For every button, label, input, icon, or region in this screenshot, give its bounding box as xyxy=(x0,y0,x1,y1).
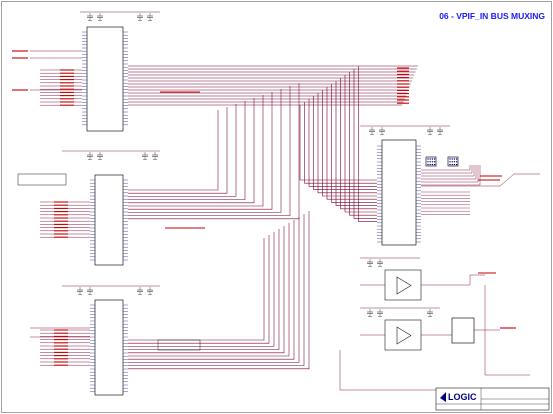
sheet-border xyxy=(1,1,552,413)
bus-riser xyxy=(128,89,282,213)
connector-pin xyxy=(451,161,453,163)
bus-riser xyxy=(128,235,270,344)
vpif-input-ic[interactable] xyxy=(381,139,417,246)
decoupling-capacitor xyxy=(87,13,93,21)
output-wire xyxy=(421,165,479,183)
decoupling-capacitor xyxy=(97,152,103,160)
bus-drop xyxy=(326,87,377,200)
decoupling-capacitor xyxy=(377,259,383,267)
bus-riser xyxy=(128,101,246,200)
oscillator-ic[interactable] xyxy=(451,317,475,344)
connector-pin xyxy=(433,161,436,163)
mux-ic-top[interactable] xyxy=(86,26,124,132)
bus-riser xyxy=(128,95,264,207)
connector-pin xyxy=(429,163,431,166)
connector-pin xyxy=(455,163,458,166)
connector-pin xyxy=(451,163,453,166)
bus-drop xyxy=(349,72,377,216)
connector-pin xyxy=(433,158,436,160)
decoupling-capacitor xyxy=(437,127,443,135)
connector-pin xyxy=(431,158,434,160)
connector-pin xyxy=(429,158,431,160)
decoupling-capacitor xyxy=(147,287,153,295)
decoupling-capacitor xyxy=(137,287,143,295)
decoupling-capacitor xyxy=(369,127,375,135)
connector-pin xyxy=(449,158,451,160)
decoupling-capacitor xyxy=(367,309,373,317)
decoupling-capacitor xyxy=(427,309,433,317)
decoupling-capacitor xyxy=(152,152,158,160)
connector-pin xyxy=(451,158,453,160)
connector-pin xyxy=(427,158,429,160)
connector-pin xyxy=(449,163,451,166)
logic-logo-icon xyxy=(440,392,446,402)
connector-pin xyxy=(431,163,434,166)
decoupling-capacitor xyxy=(137,13,143,21)
bus-riser xyxy=(128,211,310,370)
connector-pin xyxy=(453,158,456,160)
vpif-bus-lines xyxy=(128,65,418,370)
mux-ic-middle[interactable] xyxy=(94,174,124,266)
decoupling-capacitor xyxy=(147,13,153,21)
note-box-left xyxy=(17,173,67,186)
decoupling-capacitor xyxy=(87,287,93,295)
output-wire xyxy=(421,165,475,177)
connector-pin xyxy=(433,163,436,166)
bus-riser xyxy=(128,223,290,357)
bus-riser xyxy=(128,226,285,354)
decoupling-capacitor xyxy=(87,152,93,160)
decoupling-capacitor xyxy=(379,127,385,135)
decoupling-capacitor xyxy=(97,13,103,21)
connector-pin xyxy=(453,161,456,163)
decoupling-capacitor xyxy=(142,152,148,160)
connector-pin xyxy=(429,161,431,163)
bus-drop xyxy=(358,66,377,222)
output-wire xyxy=(421,165,477,180)
schematic-sheet: 06 - VPIF_IN BUS MUXING LOGIC xyxy=(1,1,552,413)
connector-pin xyxy=(455,161,458,163)
bus-riser xyxy=(128,214,305,366)
mux-ic-bottom[interactable] xyxy=(94,299,124,396)
connector-pin xyxy=(431,161,434,163)
decoupling-capacitor xyxy=(77,287,83,295)
decoupling-capacitor xyxy=(367,259,373,267)
bus-riser xyxy=(128,92,273,210)
bus-riser xyxy=(128,107,228,194)
company-logo-text: LOGIC xyxy=(448,392,477,402)
buffer-block-lower[interactable] xyxy=(384,319,422,351)
title-block: LOGIC xyxy=(435,387,550,411)
sheet-title: 06 - VPIF_IN BUS MUXING xyxy=(439,11,545,21)
wire-path xyxy=(421,274,485,286)
connector-pin xyxy=(455,158,458,160)
decoupling-capacitor xyxy=(377,309,383,317)
bus-riser xyxy=(128,238,265,341)
connector-pin xyxy=(427,163,429,166)
connector-pin xyxy=(453,163,456,166)
bus-riser xyxy=(128,110,219,191)
connector-pin xyxy=(427,161,429,163)
bus-drop xyxy=(308,99,377,187)
connector-pin xyxy=(449,161,451,163)
bus-riser xyxy=(128,98,255,204)
bus-drop xyxy=(299,105,377,181)
bus-drop xyxy=(335,81,377,206)
wire-path xyxy=(339,350,436,391)
bus-riser xyxy=(128,104,237,197)
buffer-block-upper[interactable] xyxy=(384,269,422,301)
bus-riser xyxy=(128,217,300,363)
decoupling-capacitor xyxy=(427,127,433,135)
bus-riser xyxy=(128,229,280,350)
note-box-bottom xyxy=(157,339,201,351)
